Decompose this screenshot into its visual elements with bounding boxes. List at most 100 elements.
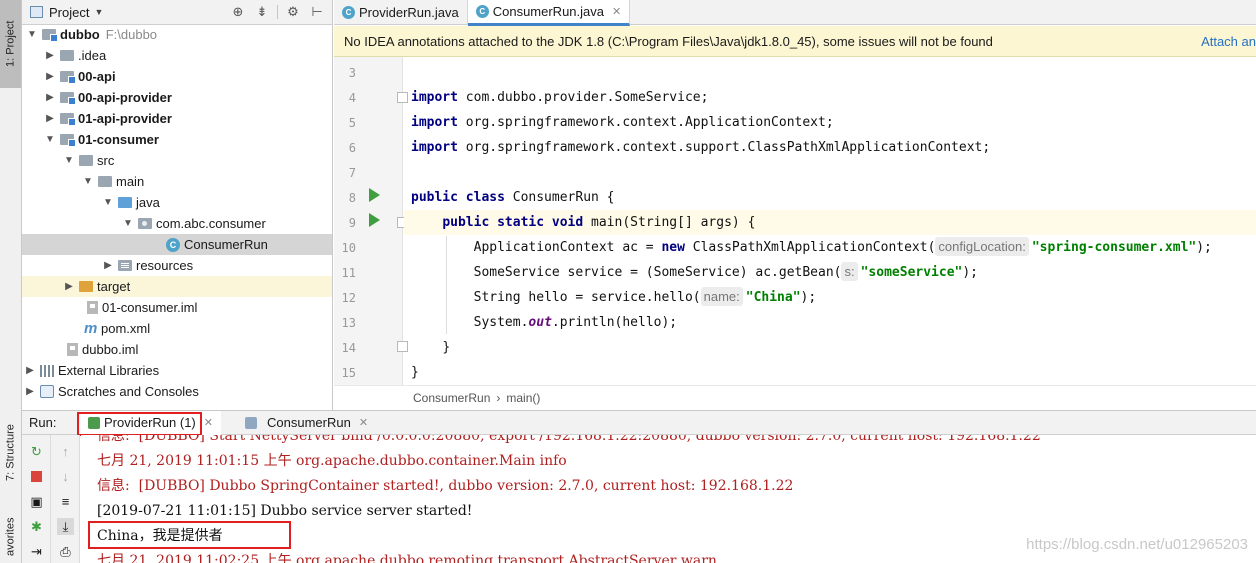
chevron-right-icon[interactable]: ▶ xyxy=(24,365,36,376)
java-class-icon: C xyxy=(475,5,489,18)
breadcrumb: ConsumerRun › main() xyxy=(334,385,1256,409)
java-class-icon: C xyxy=(342,6,355,19)
tree-item-01-consumer-iml[interactable]: 01-consumer.iml xyxy=(22,297,332,318)
tab-label: ConsumerRun.java xyxy=(492,4,604,19)
maven-icon: m xyxy=(84,320,98,337)
debug-icon[interactable]: ✱ xyxy=(28,518,45,535)
tree-item-idea[interactable]: ▶ .idea xyxy=(22,45,332,66)
print-icon[interactable]: ⎙ xyxy=(57,543,74,560)
tree-item-01-consumer[interactable]: ▼ 01-consumer xyxy=(22,129,332,150)
project-tool-tab[interactable]: 1: Project xyxy=(0,0,21,88)
source-folder-icon xyxy=(118,197,132,208)
fold-marker-icon[interactable] xyxy=(397,341,408,352)
breadcrumb-item[interactable]: main() xyxy=(506,391,540,405)
tree-item-dubbo[interactable]: ▼ dubbo F:\dubbo xyxy=(22,24,332,45)
tree-item-external-libraries[interactable]: ▶ External Libraries xyxy=(22,360,332,381)
chevron-right-icon[interactable]: ▶ xyxy=(63,281,75,292)
chevron-right-icon[interactable]: ▶ xyxy=(24,386,36,397)
chevron-down-icon[interactable]: ▼ xyxy=(94,7,103,17)
chevron-down-icon[interactable]: ▼ xyxy=(82,176,94,187)
stop-icon[interactable] xyxy=(28,468,45,485)
chevron-down-icon[interactable]: ▼ xyxy=(44,134,56,145)
chevron-right-icon[interactable]: ▶ xyxy=(44,113,56,124)
rerun-icon[interactable]: ↻ xyxy=(28,443,45,460)
code-line: import com.dubbo.provider.SomeService; xyxy=(411,90,709,105)
tree-item-00-api-provider[interactable]: ▶ 00-api-provider xyxy=(22,87,332,108)
fold-marker-icon[interactable] xyxy=(397,92,408,103)
code-line: SomeService service = (SomeService) ac.g… xyxy=(473,262,979,281)
collapse-all-icon[interactable]: ⇟ xyxy=(253,3,271,21)
console-line: 七月 21, 2019 11:02:25 上午 org.apache.dubbo… xyxy=(97,553,717,563)
console-line: China，我是提供者 xyxy=(97,528,223,544)
tree-item-consumerrun[interactable]: C ConsumerRun xyxy=(22,234,332,255)
line-number: 3 xyxy=(348,66,356,80)
run-console[interactable]: 信息: [DUBBO] Start NettyServer bind /0.0.… xyxy=(81,435,1256,563)
tree-item-label: .idea xyxy=(78,48,107,63)
tree-item-main[interactable]: ▼ main xyxy=(22,171,332,192)
run-tab-label: ProviderRun (1) xyxy=(104,415,196,430)
tree-item-label: 00-api xyxy=(78,69,116,84)
tree-item-label: dubbo.iml xyxy=(82,342,139,357)
structure-tool-tab[interactable]: 7: Structure xyxy=(0,418,21,488)
tree-item-package[interactable]: ▼ com.abc.consumer xyxy=(22,213,332,234)
tree-item-label: 00-api-provider xyxy=(78,90,172,105)
tree-item-pom[interactable]: m pom.xml xyxy=(22,318,332,339)
tree-item-01-api-provider[interactable]: ▶ 01-api-provider xyxy=(22,108,332,129)
resources-folder-icon xyxy=(118,260,132,271)
tab-consumerrun[interactable]: C ConsumerRun.java ✕ xyxy=(467,0,631,26)
chevron-right-icon[interactable]: ▶ xyxy=(44,92,56,103)
tab-providerrun[interactable]: C ProviderRun.java xyxy=(334,0,468,25)
line-number: 11 xyxy=(341,266,356,280)
tree-item-src[interactable]: ▼ src xyxy=(22,150,332,171)
chevron-down-icon[interactable]: ▼ xyxy=(102,197,114,208)
line-number: 4 xyxy=(348,91,356,105)
run-class-icon[interactable] xyxy=(369,188,380,202)
run-main-icon[interactable] xyxy=(369,213,380,227)
chevron-down-icon[interactable]: ▼ xyxy=(26,29,38,40)
tree-item-dubbo-iml[interactable]: dubbo.iml xyxy=(22,339,332,360)
tree-item-label: Scratches and Consoles xyxy=(58,384,199,399)
run-tab-consumerrun[interactable]: ConsumerRun ✕ xyxy=(237,411,376,435)
arrow-down-icon[interactable]: ↓ xyxy=(57,468,74,485)
breadcrumb-item[interactable]: ConsumerRun xyxy=(413,391,490,405)
favorites-tool-tab[interactable]: avorites xyxy=(0,510,21,563)
project-panel-title[interactable]: Project xyxy=(49,5,89,20)
run-tab-label: ConsumerRun xyxy=(266,415,351,430)
chevron-down-icon[interactable]: ▼ xyxy=(63,155,75,166)
module-folder-icon xyxy=(60,71,76,84)
chevron-right-icon[interactable]: ▶ xyxy=(44,71,56,82)
camera-icon[interactable]: ▣ xyxy=(28,493,45,510)
line-number: 14 xyxy=(341,341,356,355)
tree-item-scratches[interactable]: ▶ Scratches and Consoles xyxy=(22,381,332,402)
close-icon[interactable]: ✕ xyxy=(359,416,368,429)
arrow-up-icon[interactable]: ↑ xyxy=(57,443,74,460)
hide-icon[interactable]: ⊢ xyxy=(308,3,326,21)
soft-wrap-icon[interactable]: ≡ xyxy=(57,493,74,510)
run-toolbar-secondary: ↑ ↓ ≡ ⤓ ⎙ xyxy=(51,435,80,563)
scroll-to-end-icon[interactable]: ⤓ xyxy=(57,518,74,535)
run-tab-providerrun[interactable]: ProviderRun (1) ✕ xyxy=(80,410,221,435)
excluded-folder-icon xyxy=(79,281,93,292)
line-number: 5 xyxy=(348,116,356,130)
tree-item-label: 01-api-provider xyxy=(78,111,172,126)
project-panel-tools: ⊕ ⇟ ⚙ ⊢ xyxy=(229,3,326,21)
tree-item-java[interactable]: ▼ java xyxy=(22,192,332,213)
tree-item-00-api[interactable]: ▶ 00-api xyxy=(22,66,332,87)
close-icon[interactable]: ✕ xyxy=(612,5,621,18)
chevron-right-icon[interactable]: ▶ xyxy=(102,260,114,271)
attach-annotations-link[interactable]: Attach an xyxy=(1201,34,1256,49)
gear-icon[interactable]: ⚙ xyxy=(284,3,302,21)
close-icon[interactable]: ✕ xyxy=(204,416,213,429)
jdk-annotations-notice: No IDEA annotations attached to the JDK … xyxy=(334,26,1256,57)
tree-item-path: F:\dubbo xyxy=(105,27,158,42)
tree-item-label: ConsumerRun xyxy=(184,237,268,252)
module-folder-icon xyxy=(42,29,58,42)
tree-item-target[interactable]: ▶ target xyxy=(22,276,332,297)
tree-item-resources[interactable]: ▶ resources xyxy=(22,255,332,276)
chevron-down-icon[interactable]: ▼ xyxy=(122,218,134,229)
module-folder-icon xyxy=(60,92,76,105)
exit-icon[interactable]: ⇥ xyxy=(28,543,45,560)
chevron-right-icon[interactable]: ▶ xyxy=(44,50,56,61)
locate-icon[interactable]: ⊕ xyxy=(229,3,247,21)
tool-divider xyxy=(277,5,278,19)
